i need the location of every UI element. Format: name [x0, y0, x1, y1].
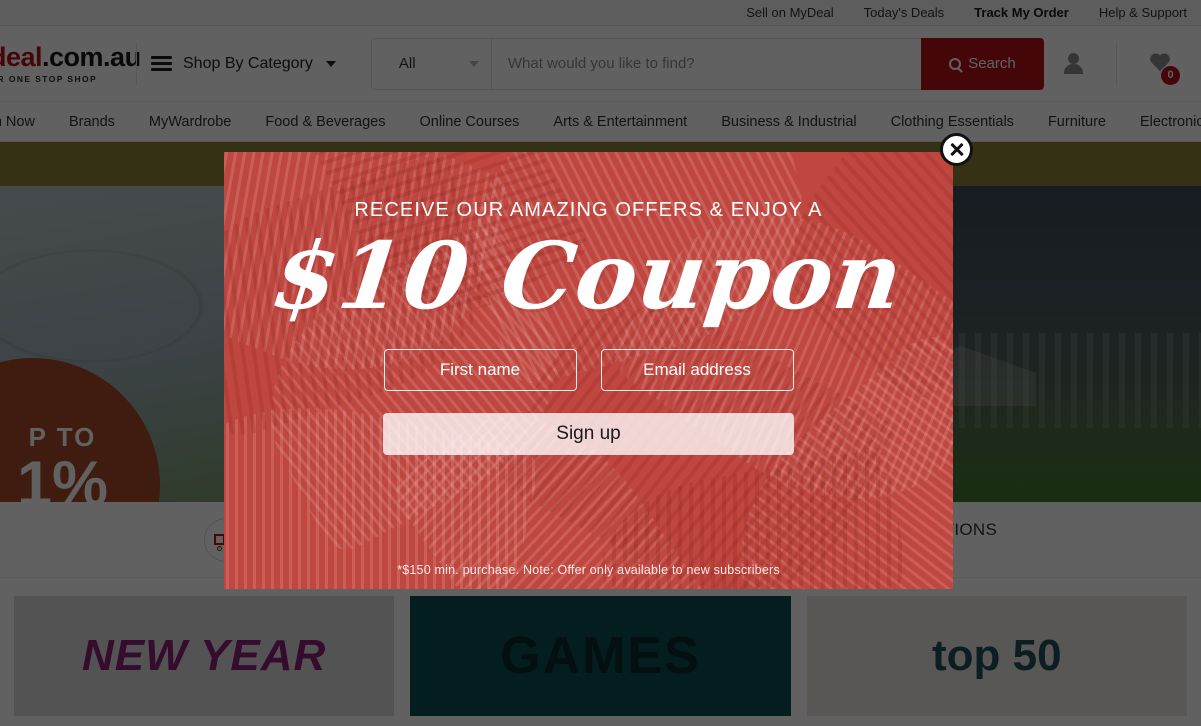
email-input[interactable]	[600, 348, 794, 391]
modal-headline: $10 Coupon	[267, 222, 910, 330]
newsletter-signup-modal: RECEIVE OUR AMAZING OFFERS & ENJOY A $10…	[224, 152, 953, 589]
first-name-input[interactable]	[383, 348, 577, 391]
signup-form	[383, 348, 794, 391]
modal-content: RECEIVE OUR AMAZING OFFERS & ENJOY A $10…	[224, 152, 953, 589]
signup-button[interactable]: Sign up	[383, 412, 794, 455]
close-icon[interactable]	[940, 133, 973, 166]
modal-fine-print: *$150 min. purchase. Note: Offer only av…	[397, 563, 780, 577]
modal-kicker-text: RECEIVE OUR AMAZING OFFERS & ENJOY A	[354, 199, 823, 221]
